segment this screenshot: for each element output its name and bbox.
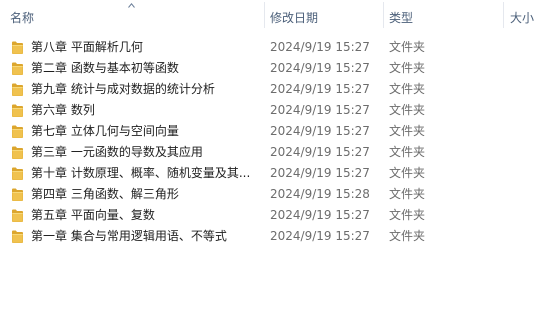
folder-type: 文件夹 (389, 40, 426, 54)
folder-type: 文件夹 (389, 61, 426, 75)
folder-icon (12, 62, 23, 75)
folder-name: 第十章 计数原理、概率、随机变量及其... (31, 166, 251, 180)
column-header-type-label: 类型 (389, 11, 414, 25)
folder-row[interactable]: 第九章 统计与成对数据的统计分析 2024/9/19 15:27 文件夹 (0, 79, 550, 100)
column-divider[interactable] (503, 2, 504, 28)
folder-row[interactable]: 第七章 立体几何与空间向量 2024/9/19 15:27 文件夹 (0, 121, 550, 142)
folder-icon (12, 146, 23, 159)
folder-type: 文件夹 (389, 103, 426, 117)
folder-name: 第八章 平面解析几何 (31, 40, 143, 54)
folder-icon (12, 209, 23, 222)
folder-name: 第一章 集合与常用逻辑用语、不等式 (31, 229, 227, 243)
column-header-size[interactable]: 大小 (510, 0, 550, 30)
folder-icon (12, 104, 23, 117)
column-header-modified-label: 修改日期 (270, 11, 319, 25)
folder-modified-date: 2024/9/19 15:27 (270, 208, 370, 222)
folder-type: 文件夹 (389, 166, 426, 180)
folder-type: 文件夹 (389, 208, 426, 222)
folder-modified-date: 2024/9/19 15:28 (270, 187, 370, 201)
folder-name: 第七章 立体几何与空间向量 (31, 124, 179, 138)
folder-row[interactable]: 第三章 一元函数的导数及其应用 2024/9/19 15:27 文件夹 (0, 142, 550, 163)
folder-modified-date: 2024/9/19 15:27 (270, 166, 370, 180)
folder-type: 文件夹 (389, 229, 426, 243)
folder-row[interactable]: 第一章 集合与常用逻辑用语、不等式 2024/9/19 15:27 文件夹 (0, 226, 550, 247)
folder-name: 第四章 三角函数、解三角形 (31, 187, 179, 201)
folder-icon (12, 41, 23, 54)
folder-icon (12, 230, 23, 243)
folder-icon (12, 125, 23, 138)
folder-modified-date: 2024/9/19 15:27 (270, 124, 370, 138)
column-header-bar: 名称 修改日期 类型 大小 (0, 0, 550, 30)
sort-up-arrow-icon (128, 3, 135, 8)
folder-icon (12, 188, 23, 201)
folder-modified-date: 2024/9/19 15:27 (270, 61, 370, 75)
folder-modified-date: 2024/9/19 15:27 (270, 145, 370, 159)
folder-name: 第三章 一元函数的导数及其应用 (31, 145, 203, 159)
column-header-name-label: 名称 (10, 11, 35, 25)
folder-type: 文件夹 (389, 145, 426, 159)
column-divider[interactable] (383, 2, 384, 28)
folder-name: 第九章 统计与成对数据的统计分析 (31, 82, 215, 96)
folder-type: 文件夹 (389, 187, 426, 201)
column-header-size-label: 大小 (510, 11, 535, 25)
folder-type: 文件夹 (389, 124, 426, 138)
column-header-name[interactable]: 名称 (10, 0, 260, 30)
folder-row[interactable]: 第二章 函数与基本初等函数 2024/9/19 15:27 文件夹 (0, 58, 550, 79)
folder-icon (12, 167, 23, 180)
column-header-type[interactable]: 类型 (389, 0, 494, 30)
folder-modified-date: 2024/9/19 15:27 (270, 229, 370, 243)
column-divider[interactable] (264, 2, 265, 28)
folder-row[interactable]: 第十章 计数原理、概率、随机变量及其... 2024/9/19 15:27 文件… (0, 163, 550, 184)
folder-modified-date: 2024/9/19 15:27 (270, 103, 370, 117)
folder-name: 第六章 数列 (31, 103, 95, 117)
column-header-modified[interactable]: 修改日期 (270, 0, 375, 30)
folder-name: 第五章 平面向量、复数 (31, 208, 155, 222)
folder-modified-date: 2024/9/19 15:27 (270, 40, 370, 54)
file-list: 第八章 平面解析几何 2024/9/19 15:27 文件夹 第二章 函数与基本… (0, 37, 550, 247)
folder-row[interactable]: 第四章 三角函数、解三角形 2024/9/19 15:28 文件夹 (0, 184, 550, 205)
folder-icon (12, 83, 23, 96)
folder-name: 第二章 函数与基本初等函数 (31, 61, 179, 75)
file-explorer: 名称 修改日期 类型 大小 第八章 平面解析几何 2024/9/19 15:27… (0, 0, 550, 310)
folder-row[interactable]: 第五章 平面向量、复数 2024/9/19 15:27 文件夹 (0, 205, 550, 226)
folder-row[interactable]: 第八章 平面解析几何 2024/9/19 15:27 文件夹 (0, 37, 550, 58)
folder-type: 文件夹 (389, 82, 426, 96)
folder-row[interactable]: 第六章 数列 2024/9/19 15:27 文件夹 (0, 100, 550, 121)
folder-modified-date: 2024/9/19 15:27 (270, 82, 370, 96)
